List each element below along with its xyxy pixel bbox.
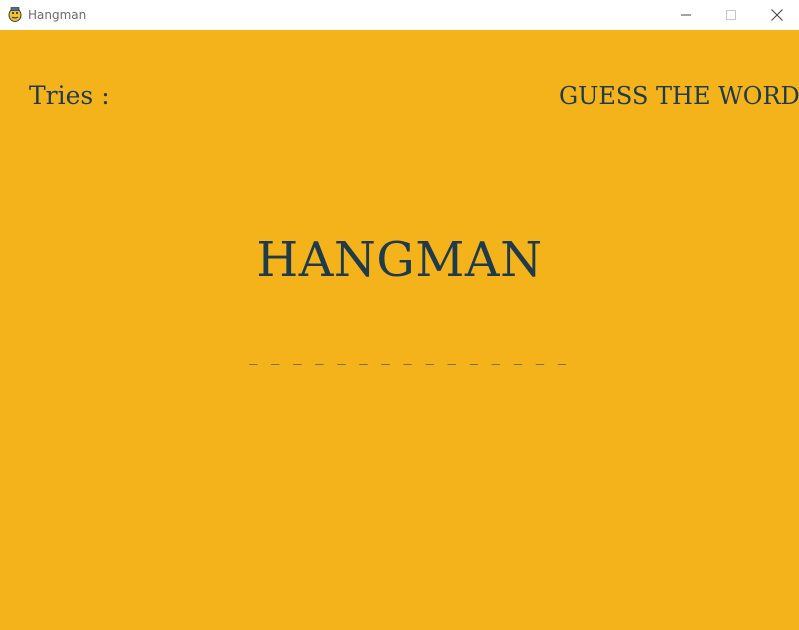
tries-label: Tries : — [29, 81, 110, 110]
title-bar[interactable]: Hangman — [0, 0, 799, 30]
word-blanks: _ _ _ _ _ _ _ _ _ _ _ _ _ _ _ — [249, 349, 569, 365]
app-window: Hangman Tries : GUESS THE WORD HANGMAN _… — [0, 0, 799, 630]
maximize-button[interactable] — [708, 0, 753, 29]
guess-prompt: GUESS THE WORD — [559, 82, 799, 110]
maximize-icon — [725, 9, 736, 20]
close-icon — [770, 8, 783, 21]
minimize-button[interactable] — [663, 0, 708, 29]
game-canvas[interactable]: Tries : GUESS THE WORD HANGMAN _ _ _ _ _… — [0, 30, 799, 630]
pygame-snake-icon — [8, 7, 22, 22]
minimize-icon — [680, 14, 691, 15]
window-title: Hangman — [28, 8, 87, 22]
game-heading: HANGMAN — [256, 232, 543, 288]
close-button[interactable] — [754, 0, 799, 29]
